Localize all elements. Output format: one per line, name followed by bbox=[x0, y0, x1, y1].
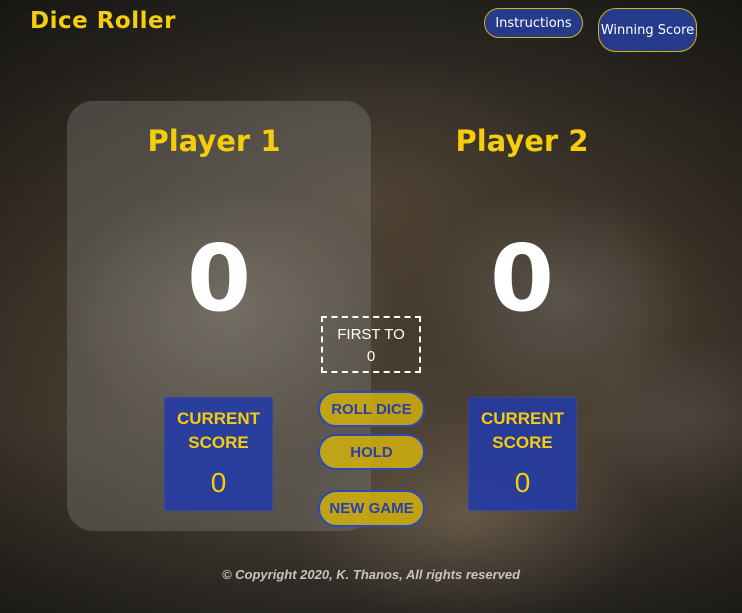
first-to-value: 0 bbox=[366, 348, 376, 365]
instructions-button[interactable]: Instructions bbox=[484, 8, 583, 38]
first-to-label: FIRST TO bbox=[337, 326, 405, 343]
player-2-current-score-box: CURRENT SCORE 0 bbox=[468, 397, 577, 511]
player-2-name: Player 2 bbox=[455, 124, 589, 158]
player-2-current-score-label: CURRENT SCORE bbox=[480, 409, 565, 452]
roll-dice-button[interactable]: ROLL DICE bbox=[318, 391, 425, 427]
player-2-current-score-value: 0 bbox=[514, 467, 531, 498]
copyright-footer: © Copyright 2020, K. Thanos, All rights … bbox=[221, 567, 521, 582]
player-1-current-score-label: CURRENT SCORE bbox=[176, 409, 261, 452]
player-1-current-score-value: 0 bbox=[210, 467, 227, 498]
player-1-name: Player 1 bbox=[147, 124, 281, 158]
app-title: Dice Roller bbox=[30, 8, 176, 34]
winning-score-display: FIRST TO 0 bbox=[321, 316, 421, 373]
player-1-current-score-box: CURRENT SCORE 0 bbox=[164, 397, 273, 511]
hold-button[interactable]: HOLD bbox=[318, 434, 425, 470]
new-game-button[interactable]: NEW GAME bbox=[318, 490, 425, 527]
winning-score-button[interactable]: Winning Score bbox=[598, 8, 697, 52]
